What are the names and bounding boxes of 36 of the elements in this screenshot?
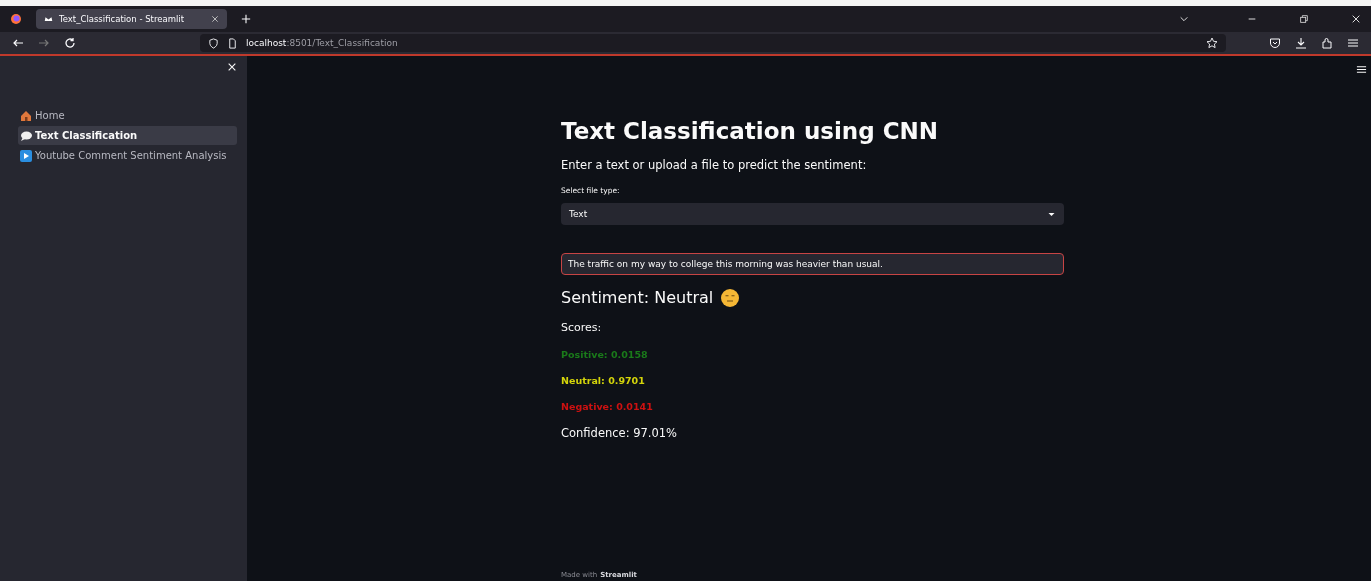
score-text: Negative: 0.0141 xyxy=(561,401,654,412)
sidebar-item[interactable]: Text Classification xyxy=(18,126,237,145)
back-arrow-icon[interactable] xyxy=(12,37,24,49)
score-text: Neutral: 0.9701 xyxy=(561,375,646,386)
plus-icon[interactable] xyxy=(241,14,251,24)
neutral-face-icon xyxy=(721,288,740,307)
shield-icon xyxy=(208,37,219,49)
address-bar[interactable]: localhost:8501/Text_Classification xyxy=(200,34,1226,52)
menu-icon[interactable] xyxy=(1356,64,1367,75)
text-input-field[interactable]: The traffic on my way to college this morning was heavier than usual. xyxy=(561,253,1064,275)
confidence-text: Confidence: 97.01% xyxy=(561,426,679,440)
browser-tab[interactable]: Text_Classification - Streamlit xyxy=(36,9,227,29)
page-title: Text Classification using CNN xyxy=(561,118,940,144)
close-icon[interactable] xyxy=(1351,14,1361,24)
scores-label: Scores: xyxy=(561,321,603,334)
sidebar-item[interactable]: Youtube Comment Sentiment Analysis xyxy=(18,146,237,165)
reload-icon[interactable] xyxy=(64,37,76,49)
restore-icon[interactable] xyxy=(1299,14,1309,24)
browser-logo-icon[interactable] xyxy=(10,13,22,25)
play-icon xyxy=(20,149,32,162)
chevron-down-icon[interactable] xyxy=(1179,14,1189,24)
page-icon xyxy=(227,37,238,49)
sentiment-heading: Sentiment: Neutral xyxy=(561,288,714,307)
star-icon[interactable] xyxy=(1206,37,1218,49)
sidebar-item[interactable]: Home xyxy=(18,106,237,125)
crown-icon xyxy=(44,14,53,24)
subtitle: Enter a text or upload a file to predict the sentiment: xyxy=(561,158,868,172)
speech-bubble-icon xyxy=(20,129,32,142)
pocket-icon[interactable] xyxy=(1269,37,1281,49)
url-text: localhost:8501/Text_Classification xyxy=(246,38,398,48)
forward-arrow-icon[interactable] xyxy=(38,37,50,49)
house-icon xyxy=(20,109,32,122)
download-icon[interactable] xyxy=(1295,37,1307,49)
score-text: Positive: 0.0158 xyxy=(561,349,649,360)
file-type-select[interactable]: Text xyxy=(561,203,1064,225)
puzzle-icon[interactable] xyxy=(1321,37,1333,49)
